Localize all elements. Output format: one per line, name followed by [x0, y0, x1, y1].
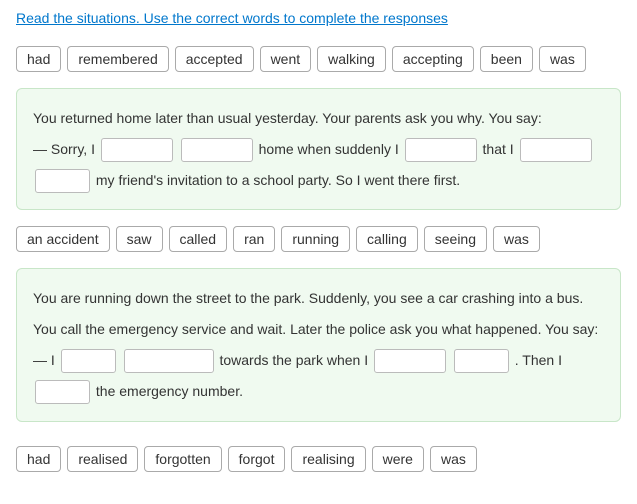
- chip-seeing[interactable]: seeing: [424, 226, 487, 252]
- blank-2-1[interactable]: [61, 349, 116, 373]
- blank-2-2[interactable]: [124, 349, 214, 373]
- situation-2-intro: You are running down the street to the p…: [33, 283, 604, 345]
- word-bank-2: an accident saw called ran running calli…: [0, 218, 637, 260]
- situation-1-intro: You returned home later than usual yeste…: [33, 103, 604, 134]
- chip-been[interactable]: been: [480, 46, 533, 72]
- chip-forgot[interactable]: forgot: [228, 446, 286, 472]
- chip-walking[interactable]: walking: [317, 46, 386, 72]
- chip-saw[interactable]: saw: [116, 226, 163, 252]
- blank-2-5[interactable]: [35, 380, 90, 404]
- situation-box-1: You returned home later than usual yeste…: [16, 88, 621, 210]
- blank-1-4[interactable]: [520, 138, 592, 162]
- chip-forgotten[interactable]: forgotten: [144, 446, 221, 472]
- chip-accepted[interactable]: accepted: [175, 46, 254, 72]
- chip-calling[interactable]: calling: [356, 226, 418, 252]
- chip-were[interactable]: were: [372, 446, 424, 472]
- chip-went[interactable]: went: [260, 46, 312, 72]
- chip-ran[interactable]: ran: [233, 226, 275, 252]
- chip-running[interactable]: running: [281, 226, 350, 252]
- instruction: Read the situations. Use the correct wor…: [0, 0, 637, 38]
- chip-was-3[interactable]: was: [430, 446, 477, 472]
- chip-was-1[interactable]: was: [539, 46, 586, 72]
- blank-1-5[interactable]: [35, 169, 90, 193]
- chip-called[interactable]: called: [169, 226, 228, 252]
- chip-was-2[interactable]: was: [493, 226, 540, 252]
- blank-1-1[interactable]: [101, 138, 173, 162]
- chip-had-3[interactable]: had: [16, 446, 61, 472]
- chip-accepting[interactable]: accepting: [392, 46, 474, 72]
- blank-1-3[interactable]: [405, 138, 477, 162]
- chip-remembered[interactable]: remembered: [67, 46, 168, 72]
- chip-an-accident[interactable]: an accident: [16, 226, 110, 252]
- blank-2-4[interactable]: [454, 349, 509, 373]
- situation-2-lines: — I towards the park when I . Then I the…: [33, 345, 604, 407]
- word-bank-1: had remembered accepted went walking acc…: [0, 38, 637, 80]
- situation-box-2: You are running down the street to the p…: [16, 268, 621, 421]
- blank-2-3[interactable]: [374, 349, 446, 373]
- chip-realising[interactable]: realising: [291, 446, 365, 472]
- word-bank-3: had realised forgotten forgot realising …: [0, 430, 637, 480]
- chip-had-1[interactable]: had: [16, 46, 61, 72]
- chip-realised[interactable]: realised: [67, 446, 138, 472]
- blank-1-2[interactable]: [181, 138, 253, 162]
- situation-1-lines: — Sorry, I home when suddenly I that I m…: [33, 134, 604, 196]
